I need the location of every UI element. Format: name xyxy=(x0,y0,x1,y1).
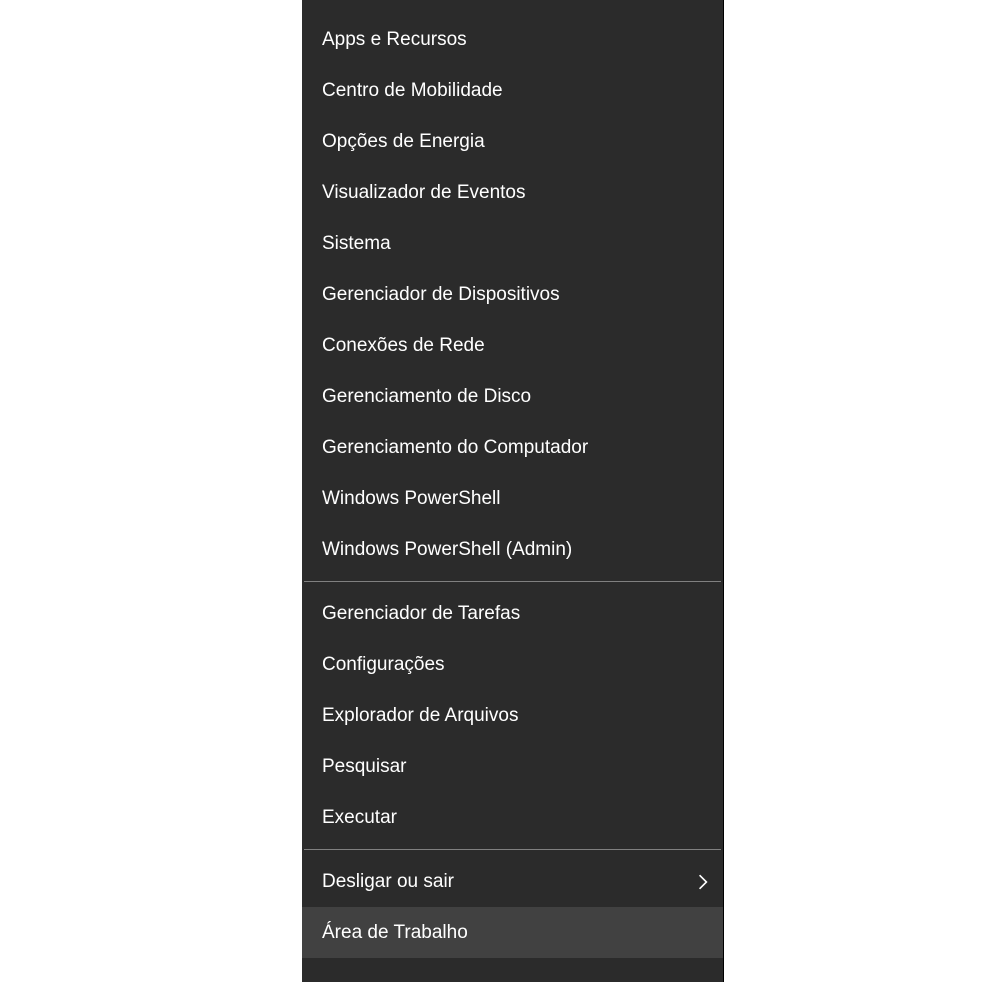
menu-item-label: Explorador de Arquivos xyxy=(322,705,709,727)
menu-item-powershell-admin[interactable]: Windows PowerShell (Admin) xyxy=(302,524,723,575)
menu-item-desktop[interactable]: Área de Trabalho xyxy=(302,907,723,958)
menu-item-power-options[interactable]: Opções de Energia xyxy=(302,116,723,167)
menu-item-label: Gerenciador de Tarefas xyxy=(322,603,709,625)
menu-item-network-connections[interactable]: Conexões de Rede xyxy=(302,320,723,371)
menu-item-label: Centro de Mobilidade xyxy=(322,80,709,102)
menu-divider xyxy=(304,581,721,582)
menu-divider xyxy=(304,849,721,850)
menu-item-label: Configurações xyxy=(322,654,709,676)
menu-item-label: Apps e Recursos xyxy=(322,29,709,51)
chevron-right-icon xyxy=(697,876,709,888)
menu-item-mobility-center[interactable]: Centro de Mobilidade xyxy=(302,65,723,116)
menu-item-label: Pesquisar xyxy=(322,756,709,778)
menu-item-device-manager[interactable]: Gerenciador de Dispositivos xyxy=(302,269,723,320)
menu-item-event-viewer[interactable]: Visualizador de Eventos xyxy=(302,167,723,218)
menu-item-search[interactable]: Pesquisar xyxy=(302,741,723,792)
menu-item-disk-management[interactable]: Gerenciamento de Disco xyxy=(302,371,723,422)
menu-item-shutdown-signout[interactable]: Desligar ou sair xyxy=(302,856,723,907)
menu-item-system[interactable]: Sistema xyxy=(302,218,723,269)
menu-item-settings[interactable]: Configurações xyxy=(302,639,723,690)
menu-item-label: Conexões de Rede xyxy=(322,335,709,357)
menu-item-label: Gerenciamento do Computador xyxy=(322,437,709,459)
menu-item-powershell[interactable]: Windows PowerShell xyxy=(302,473,723,524)
menu-item-label: Sistema xyxy=(322,233,709,255)
menu-item-apps-features[interactable]: Apps e Recursos xyxy=(302,14,723,65)
menu-item-task-manager[interactable]: Gerenciador de Tarefas xyxy=(302,588,723,639)
menu-item-label: Desligar ou sair xyxy=(322,871,697,893)
winx-context-menu: Apps e Recursos Centro de Mobilidade Opç… xyxy=(302,0,724,982)
menu-item-label: Gerenciamento de Disco xyxy=(322,386,709,408)
menu-item-run[interactable]: Executar xyxy=(302,792,723,843)
menu-item-computer-management[interactable]: Gerenciamento do Computador xyxy=(302,422,723,473)
menu-item-label: Windows PowerShell xyxy=(322,488,709,510)
menu-item-label: Opções de Energia xyxy=(322,131,709,153)
menu-item-label: Gerenciador de Dispositivos xyxy=(322,284,709,306)
menu-item-label: Visualizador de Eventos xyxy=(322,182,709,204)
menu-top-padding xyxy=(302,0,723,14)
menu-item-file-explorer[interactable]: Explorador de Arquivos xyxy=(302,690,723,741)
menu-item-label: Área de Trabalho xyxy=(322,922,709,944)
menu-item-label: Windows PowerShell (Admin) xyxy=(322,539,709,561)
menu-item-label: Executar xyxy=(322,807,709,829)
